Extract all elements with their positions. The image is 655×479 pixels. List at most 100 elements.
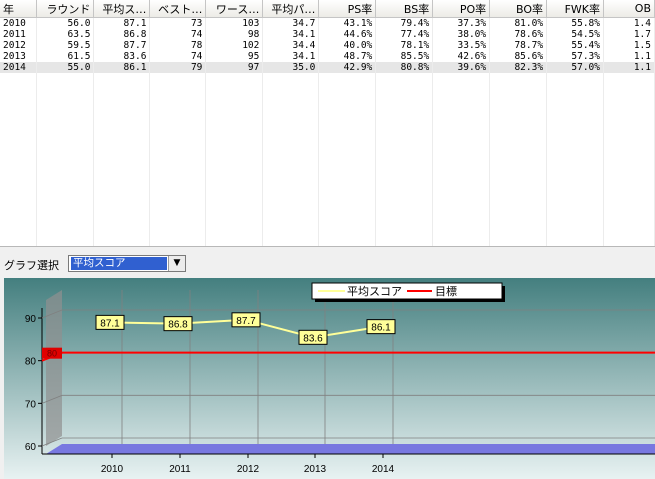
table-cell: 78.1% xyxy=(375,40,434,51)
x-tick-label: 2014 xyxy=(372,464,395,475)
table-cell: 34.1 xyxy=(262,51,320,62)
table-cell: 81.0% xyxy=(489,17,548,29)
column-header[interactable]: PO率 xyxy=(432,0,491,18)
data-label: 86.1 xyxy=(371,323,391,334)
table-cell: 103 xyxy=(205,17,264,29)
table-cell: 55.4% xyxy=(546,40,604,51)
chart-floor xyxy=(46,444,655,454)
table-row[interactable]: 2014 55.0 86.1 79 97 35.0 42.9% 80.8% 39.6% 82.3%… xyxy=(0,62,655,73)
table-cell: 2013 xyxy=(0,51,38,62)
graph-select-dropdown[interactable]: 平均スコア ▼ xyxy=(68,255,186,272)
column-divider xyxy=(432,18,433,246)
table-cell: 83.6 xyxy=(93,51,151,62)
data-label: 83.6 xyxy=(303,333,323,344)
column-header[interactable]: PS率 xyxy=(318,0,377,18)
stats-table: 年ラウンド 平均ス… ベスト… ワース… 平均パ… PS率 BS率 PO率 BO率 FWK率 OB … xyxy=(0,0,655,73)
column-divider xyxy=(375,18,376,246)
column-header[interactable]: ラウンド xyxy=(36,0,95,18)
column-divider xyxy=(149,18,150,246)
column-divider xyxy=(205,18,206,246)
table-cell: 42.9% xyxy=(318,62,377,73)
legend-label-target: 目標 xyxy=(435,284,457,298)
column-divider xyxy=(93,18,94,246)
target-value-label: 80 xyxy=(47,349,57,359)
table-cell: 43.1% xyxy=(318,17,377,29)
table-cell: 74 xyxy=(149,51,207,62)
table-cell: 78.6% xyxy=(489,29,548,40)
y-tick-label: 70 xyxy=(25,399,37,410)
table-cell: 102 xyxy=(205,40,264,51)
y-tick-label: 80 xyxy=(25,357,37,368)
table-cell: 34.4 xyxy=(262,40,320,51)
table-cell: 80.8% xyxy=(375,62,434,73)
table-cell: 63.5 xyxy=(36,29,95,40)
table-cell: 85.6% xyxy=(489,51,548,62)
graph-select-value: 平均スコア xyxy=(71,257,167,270)
data-grid[interactable]: 年ラウンド 平均ス… ベスト… ワース… 平均パ… PS率 BS率 PO率 BO率 FWK率 OB … xyxy=(0,0,655,247)
table-cell: 1.4 xyxy=(603,17,655,29)
column-divider xyxy=(489,18,490,246)
column-divider xyxy=(36,18,37,246)
table-cell: 2011 xyxy=(0,29,38,40)
column-header[interactable]: ベスト… xyxy=(149,0,207,18)
column-header[interactable]: 平均パ… xyxy=(262,0,320,18)
table-cell: 98 xyxy=(205,29,264,40)
table-cell: 82.3% xyxy=(489,62,548,73)
table-cell: 1.1 xyxy=(603,51,655,62)
table-cell: 57.3% xyxy=(546,51,604,62)
table-cell: 48.7% xyxy=(318,51,377,62)
x-tick-label: 2013 xyxy=(304,464,327,475)
chevron-down-icon[interactable]: ▼ xyxy=(168,256,185,271)
column-header[interactable]: BO率 xyxy=(489,0,548,18)
column-divider xyxy=(262,18,263,246)
table-cell: 39.6% xyxy=(432,62,491,73)
table-cell: 2010 xyxy=(0,17,38,29)
column-header[interactable]: ワース… xyxy=(205,0,264,18)
score-chart: 60 70 80 90 2010 2011 2012 2013 2014 80 87.1 86.8 87… xyxy=(4,278,655,479)
table-cell: 40.0% xyxy=(318,40,377,51)
chart-legend: 平均スコア 目標 xyxy=(311,282,505,302)
column-header[interactable]: OB xyxy=(603,0,655,18)
table-cell: 57.0% xyxy=(546,62,604,73)
table-cell: 37.3% xyxy=(432,17,491,29)
table-cell: 55.8% xyxy=(546,17,604,29)
table-cell: 35.0 xyxy=(262,62,320,73)
table-cell: 78 xyxy=(149,40,207,51)
column-divider xyxy=(546,18,547,246)
table-cell: 59.5 xyxy=(36,40,95,51)
column-header[interactable]: 年 xyxy=(0,0,38,18)
table-cell: 85.5% xyxy=(375,51,434,62)
table-body: 2010 56.0 87.1 73 103 34.7 43.1% 79.4% 37.3% 81.0… xyxy=(0,17,655,73)
table-cell: 2012 xyxy=(0,40,38,51)
table-cell: 61.5 xyxy=(36,51,95,62)
table-cell: 86.1 xyxy=(93,62,151,73)
table-cell: 2014 xyxy=(0,62,38,73)
table-row[interactable]: 2011 63.5 86.8 74 98 34.1 44.6% 77.4% 38.0% 78.6%… xyxy=(0,29,655,40)
y-tick-label: 90 xyxy=(25,314,37,325)
table-cell: 1.5 xyxy=(603,40,655,51)
table-cell: 74 xyxy=(149,29,207,40)
x-tick-label: 2012 xyxy=(237,464,260,475)
table-cell: 79.4% xyxy=(375,17,434,29)
table-row[interactable]: 2012 59.5 87.7 78 102 34.4 40.0% 78.1% 33.5% 78.7… xyxy=(0,40,655,51)
y-tick-label: 60 xyxy=(25,442,37,453)
table-cell: 79 xyxy=(149,62,207,73)
table-cell: 1.1 xyxy=(603,62,655,73)
table-cell: 95 xyxy=(205,51,264,62)
table-cell: 55.0 xyxy=(36,62,95,73)
column-header[interactable]: 平均ス… xyxy=(93,0,151,18)
table-row[interactable]: 2010 56.0 87.1 73 103 34.7 43.1% 79.4% 37.3% 81.0… xyxy=(0,17,655,29)
chart-area: 60 70 80 90 2010 2011 2012 2013 2014 80 87.1 86.8 87… xyxy=(0,278,655,479)
table-cell: 87.7 xyxy=(93,40,151,51)
table-header-row: 年ラウンド 平均ス… ベスト… ワース… 平均パ… PS率 BS率 PO率 BO率 FWK率 OB xyxy=(0,0,655,18)
table-cell: 38.0% xyxy=(432,29,491,40)
table-cell: 1.7 xyxy=(603,29,655,40)
column-header[interactable]: FWK率 xyxy=(546,0,604,18)
graph-select-label: グラフ選択 xyxy=(4,259,59,272)
table-row[interactable]: 2013 61.5 83.6 74 95 34.1 48.7% 85.5% 42.6% 85.6%… xyxy=(0,51,655,62)
column-header[interactable]: BS率 xyxy=(375,0,434,18)
legend-label-series: 平均スコア xyxy=(347,285,402,298)
table-cell: 34.7 xyxy=(262,17,320,29)
column-divider xyxy=(318,18,319,246)
table-cell: 33.5% xyxy=(432,40,491,51)
